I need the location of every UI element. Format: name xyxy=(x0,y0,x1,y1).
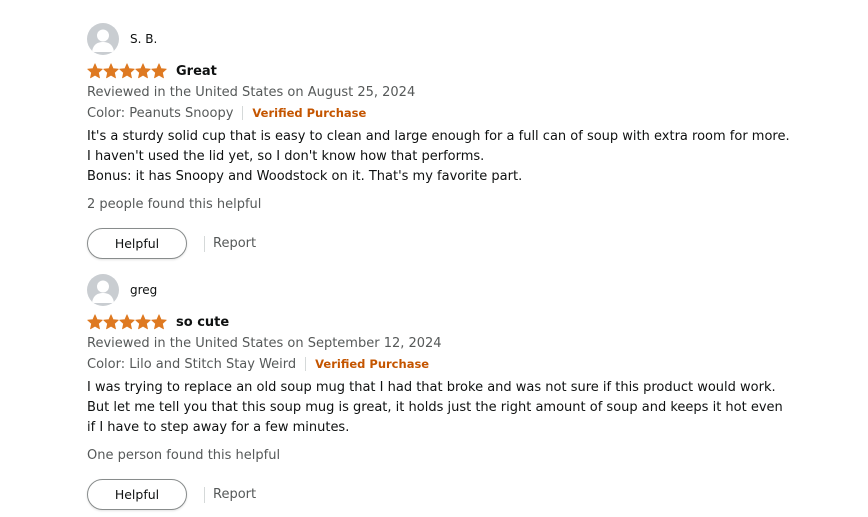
divider xyxy=(204,486,205,503)
helpful-button[interactable]: Helpful xyxy=(87,479,187,510)
star-filled-icon xyxy=(119,314,135,330)
review-date: Reviewed in the United States on Septemb… xyxy=(87,336,442,351)
variant-label[interactable]: Color: Lilo and Stitch Stay Weird xyxy=(87,357,296,372)
helpful-count: One person found this helpful xyxy=(87,448,281,463)
star-rating[interactable] xyxy=(87,313,167,331)
helpful-count: 2 people found this helpful xyxy=(87,197,262,212)
review-actions: Helpful Report xyxy=(87,479,847,510)
user-avatar-icon[interactable] xyxy=(87,23,119,55)
review-date: Reviewed in the United States on August … xyxy=(87,85,416,100)
star-filled-icon xyxy=(87,314,103,330)
verified-purchase-badge: Verified Purchase xyxy=(252,106,367,120)
star-filled-icon xyxy=(103,314,119,330)
review-title[interactable]: so cute xyxy=(176,315,229,330)
review-actions: Helpful Report xyxy=(87,228,847,259)
review-body-line: Bonus: it has Snoopy and Woodstock on it… xyxy=(87,169,523,184)
reviewer-name[interactable]: S. B. xyxy=(130,32,157,46)
report-link[interactable]: Report xyxy=(213,487,256,502)
review-title[interactable]: Great xyxy=(176,64,217,79)
review-item: greg so cute Reviewed in the United Stat… xyxy=(87,273,847,510)
variant-label[interactable]: Color: Peanuts Snoopy xyxy=(87,106,233,121)
rating-row: Great xyxy=(87,60,847,82)
review-body-line: It's a sturdy solid cup that is easy to … xyxy=(87,129,790,144)
review-body-line: if I have to step away for a few minutes… xyxy=(87,420,350,435)
divider xyxy=(204,235,205,252)
star-filled-icon xyxy=(87,63,103,79)
user-avatar-icon[interactable] xyxy=(87,274,119,306)
star-filled-icon xyxy=(151,314,167,330)
reviewer-profile[interactable]: greg xyxy=(87,273,847,307)
star-filled-icon xyxy=(135,314,151,330)
variant-row: Color: Lilo and Stitch Stay Weird Verifi… xyxy=(87,354,847,374)
divider xyxy=(305,357,307,371)
reviewer-name[interactable]: greg xyxy=(130,283,157,297)
verified-purchase-badge: Verified Purchase xyxy=(315,357,430,371)
review-body: I was trying to replace an old soup mug … xyxy=(87,378,847,438)
reviewer-profile[interactable]: S. B. xyxy=(87,22,847,56)
review-body-line: But let me tell you that this soup mug i… xyxy=(87,400,783,415)
star-rating[interactable] xyxy=(87,62,167,80)
divider xyxy=(242,106,244,120)
review-body-line: I haven't used the lid yet, so I don't k… xyxy=(87,149,485,164)
star-filled-icon xyxy=(119,63,135,79)
review-body-line: I was trying to replace an old soup mug … xyxy=(87,380,776,395)
variant-row: Color: Peanuts Snoopy Verified Purchase xyxy=(87,103,847,123)
review-item: S. B. Great Reviewed in the United State… xyxy=(87,22,847,259)
report-link[interactable]: Report xyxy=(213,236,256,251)
rating-row: so cute xyxy=(87,311,847,333)
review-body: It's a sturdy solid cup that is easy to … xyxy=(87,127,847,187)
star-filled-icon xyxy=(135,63,151,79)
star-filled-icon xyxy=(151,63,167,79)
star-filled-icon xyxy=(103,63,119,79)
helpful-button[interactable]: Helpful xyxy=(87,228,187,259)
